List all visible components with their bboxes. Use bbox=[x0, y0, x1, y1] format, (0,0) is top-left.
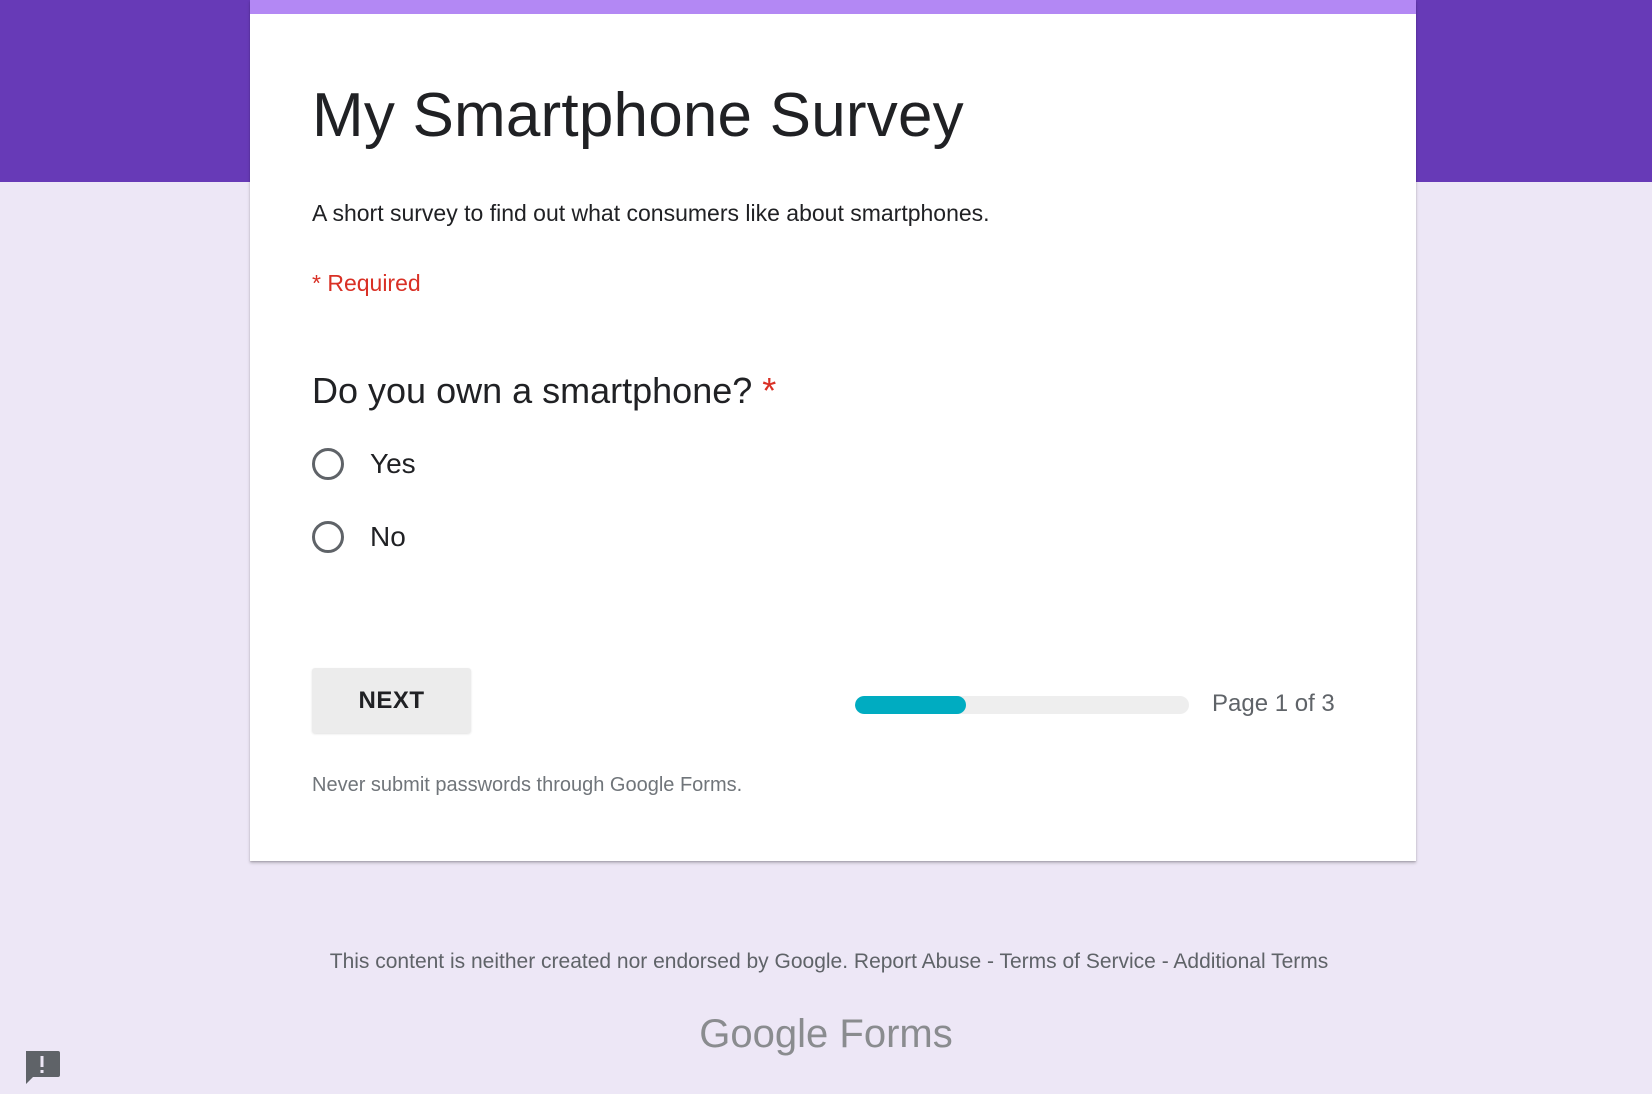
radio-unchecked-icon[interactable] bbox=[312, 448, 344, 480]
brand-forms: Forms bbox=[839, 1012, 953, 1056]
google-forms-logo[interactable]: Google Forms bbox=[0, 1012, 1652, 1057]
feedback-icon[interactable] bbox=[22, 1048, 62, 1088]
radio-unchecked-icon[interactable] bbox=[312, 521, 344, 553]
footer-disclaimer: This content is neither created nor endo… bbox=[0, 950, 1652, 974]
additional-terms-link[interactable]: Additional Terms bbox=[1173, 950, 1328, 973]
form-card: My Smartphone Survey A short survey to f… bbox=[250, 0, 1416, 861]
next-button[interactable]: NEXT bbox=[312, 668, 471, 733]
brand-google: Google bbox=[699, 1012, 829, 1056]
page-indicator: Page 1 of 3 bbox=[1212, 690, 1335, 717]
option-label-no: No bbox=[370, 521, 406, 552]
question-text: Do you own a smartphone? bbox=[312, 370, 753, 411]
option-no[interactable]: No bbox=[312, 517, 406, 557]
form-title: My Smartphone Survey bbox=[312, 81, 964, 150]
report-abuse-link[interactable]: Report Abuse bbox=[854, 950, 981, 973]
card-accent-stripe bbox=[250, 0, 1416, 14]
progress-bar bbox=[855, 696, 1189, 714]
footer-separator: - bbox=[1161, 950, 1169, 973]
required-asterisk: * bbox=[762, 370, 777, 411]
required-note: * Required bbox=[312, 270, 421, 296]
disclaimer-text: This content is neither created nor endo… bbox=[329, 950, 849, 973]
terms-of-service-link[interactable]: Terms of Service bbox=[999, 950, 1155, 973]
progress-bar-fill bbox=[855, 696, 967, 714]
form-description: A short survey to find out what consumer… bbox=[312, 200, 990, 226]
question-title: Do you own a smartphone? * bbox=[312, 370, 776, 412]
password-warning: Never submit passwords through Google Fo… bbox=[312, 774, 743, 796]
option-label-yes: Yes bbox=[370, 448, 416, 479]
option-yes[interactable]: Yes bbox=[312, 444, 416, 484]
footer-separator: - bbox=[987, 950, 995, 973]
